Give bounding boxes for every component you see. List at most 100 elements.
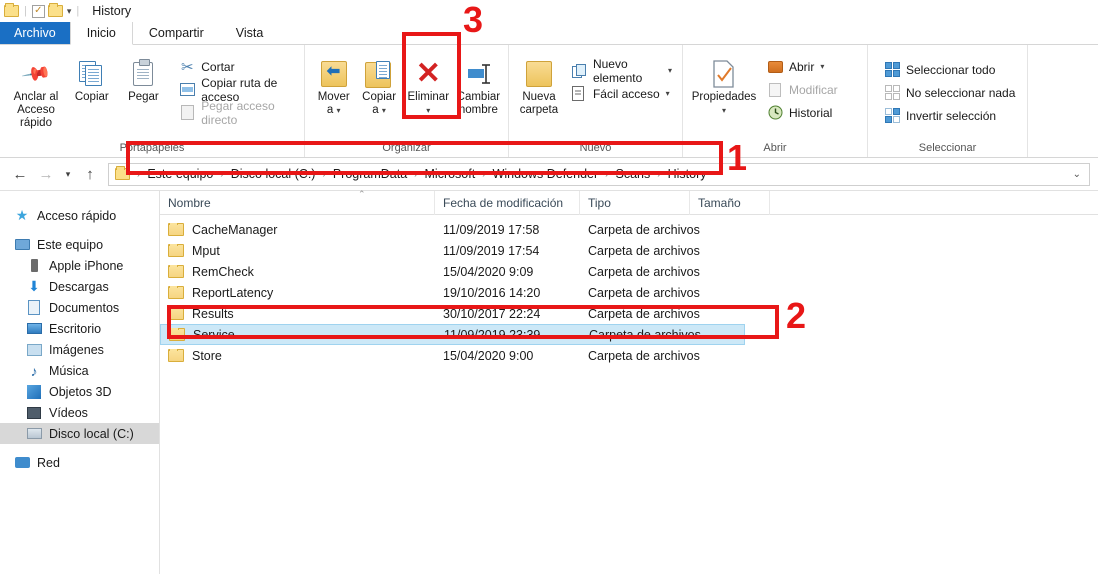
pin-to-quick-access-button[interactable]: 📌 Anclar al Acceso rápido	[6, 51, 66, 130]
table-row[interactable]: Results 30/10/2017 22:24 Carpeta de arch…	[160, 303, 1098, 324]
invert-selection-icon	[884, 108, 900, 124]
delete-button[interactable]: ✕ Eliminar ▾	[402, 51, 455, 117]
crumb-sep: ›	[414, 168, 418, 180]
invert-selection-button[interactable]: Invertir selección	[880, 106, 1019, 125]
crumb-programdata[interactable]: ProgramData	[329, 167, 411, 181]
properties-button[interactable]: Propiedades ▾	[689, 51, 759, 117]
recent-locations-caret-icon[interactable]: ▾	[60, 162, 76, 186]
sidebar-item-videos[interactable]: Vídeos	[0, 402, 159, 423]
back-arrow-icon[interactable]: ←	[8, 162, 32, 186]
pin-label-2: Acceso rápido	[17, 104, 55, 129]
sidebar-item-musica[interactable]: ♪ Música	[0, 360, 159, 381]
sidebar-item-acceso-rapido[interactable]: ★ Acceso rápido	[0, 205, 159, 226]
select-all-button[interactable]: Seleccionar todo	[880, 60, 1019, 79]
network-icon	[14, 455, 30, 471]
history-button[interactable]: Historial	[763, 103, 842, 122]
copy-label: Copiar	[74, 91, 109, 103]
paste-button[interactable]: Pegar	[118, 51, 170, 104]
table-row[interactable]: CacheManager 11/09/2019 17:58 Carpeta de…	[160, 219, 1098, 240]
file-date: 19/10/2016 14:20	[443, 285, 541, 300]
file-type: Carpeta de archivos	[588, 348, 700, 363]
sidebar-item-objetos-3d[interactable]: Objetos 3D	[0, 381, 159, 402]
sidebar-item-escritorio[interactable]: Escritorio	[0, 318, 159, 339]
edit-button: Modificar	[763, 80, 842, 99]
file-name: RemCheck	[192, 264, 254, 279]
crumb-history[interactable]: History	[664, 167, 711, 181]
crumb-windows-defender[interactable]: Windows Defender	[489, 167, 603, 181]
annotation-number-2: 2	[786, 295, 807, 336]
sidebar-item-descargas[interactable]: ⬇ Descargas	[0, 276, 159, 297]
rename-button[interactable]: Cambiar nombre	[455, 51, 502, 117]
easy-access-button[interactable]: Fácil acceso ▾	[567, 84, 676, 103]
new-item-button[interactable]: Nuevo elemento ▾	[567, 57, 676, 85]
sidebar-item-imagenes[interactable]: Imágenes	[0, 339, 159, 360]
tab-compartir[interactable]: Compartir	[132, 22, 220, 44]
folder-icon	[169, 327, 185, 341]
column-header-tamano[interactable]: Tamaño	[690, 190, 770, 215]
sidebar-item-documentos[interactable]: Documentos	[0, 297, 159, 318]
chevron-down-icon[interactable]: ▾	[668, 66, 672, 75]
easy-access-icon	[571, 86, 587, 102]
downloads-icon: ⬇	[28, 278, 40, 294]
up-arrow-icon[interactable]: ↑	[78, 162, 102, 186]
chevron-down-icon[interactable]: ▾	[722, 104, 726, 117]
window-title: History	[92, 4, 132, 18]
new-folder-label-1: Nueva	[522, 91, 556, 103]
tab-archivo[interactable]: Archivo	[0, 22, 70, 44]
table-row[interactable]: RemCheck 15/04/2020 9:09 Carpeta de arch…	[160, 261, 1098, 282]
chevron-down-icon[interactable]: ▾	[426, 104, 430, 117]
tab-vista[interactable]: Vista	[219, 22, 280, 44]
table-row[interactable]: Mput 11/09/2019 17:54 Carpeta de archivo…	[160, 240, 1098, 261]
ribbon-filler	[1028, 45, 1098, 157]
customize-caret-icon[interactable]: ▾	[67, 6, 72, 17]
address-breadcrumb-bar[interactable]: › Este equipo › Disco local (C:) › Progr…	[108, 162, 1090, 186]
open-button[interactable]: Abrir ▾	[763, 57, 842, 76]
chevron-down-icon[interactable]: ▾	[666, 89, 670, 98]
move-to-button[interactable]: ⬅ Mover a ▾	[311, 51, 356, 117]
group-label-nuevo: Nuevo	[579, 142, 612, 154]
table-row[interactable]: ReportLatency 19/10/2016 14:20 Carpeta d…	[160, 282, 1098, 303]
new-folder-button[interactable]: Nueva carpeta	[515, 51, 563, 117]
ribbon-group-seleccionar: Seleccionar todo No seleccionar nada Inv…	[868, 45, 1028, 157]
chevron-down-icon[interactable]: ▾	[336, 106, 340, 115]
move-to-label-1: Mover	[317, 91, 350, 103]
sidebar-label: Vídeos	[49, 405, 88, 420]
crumb-scans[interactable]: Scans	[612, 167, 655, 181]
crumb-microsoft[interactable]: Microsoft	[421, 167, 480, 181]
cut-button[interactable]: ✂ Cortar	[175, 57, 298, 76]
column-header-nombre[interactable]: Nombre	[160, 190, 435, 215]
file-date: 30/10/2017 22:24	[443, 306, 541, 321]
folder-icon	[168, 243, 184, 257]
copy-path-button[interactable]: Copiar ruta de acceso	[175, 76, 298, 104]
crumb-disco-local[interactable]: Disco local (C:)	[227, 167, 320, 181]
chevron-down-icon[interactable]: ▾	[382, 106, 386, 115]
sidebar-item-este-equipo[interactable]: Este equipo	[0, 234, 159, 255]
forward-arrow-icon[interactable]: →	[34, 162, 58, 186]
address-bar: ← → ▾ ↑ › Este equipo › Disco local (C:)…	[0, 158, 1098, 191]
tab-inicio[interactable]: Inicio	[69, 22, 133, 45]
select-none-button[interactable]: No seleccionar nada	[880, 83, 1019, 102]
new-folder-icon[interactable]	[47, 3, 63, 17]
ribbon-group-abrir: Propiedades ▾ Abrir ▾ Modificar Historia…	[683, 45, 868, 157]
folder-icon[interactable]	[4, 3, 19, 17]
copy-to-button[interactable]: Copiar a ▾	[356, 51, 401, 117]
phone-icon	[26, 258, 42, 274]
easy-access-label: Fácil acceso	[592, 86, 660, 101]
chevron-down-icon[interactable]: ▾	[820, 62, 824, 71]
ribbon: 📌 Anclar al Acceso rápido Copiar Pegar ✂…	[0, 45, 1098, 158]
open-folder-icon	[767, 59, 783, 75]
chevron-down-icon[interactable]: ⌄	[1073, 169, 1083, 180]
file-type: Carpeta de archivos	[588, 285, 700, 300]
column-header-tipo[interactable]: Tipo	[580, 190, 690, 215]
objects3d-icon	[26, 384, 42, 400]
properties-check-icon[interactable]: ✓	[31, 4, 45, 18]
sidebar-item-apple-iphone[interactable]: Apple iPhone	[0, 255, 159, 276]
sidebar-item-disco-local[interactable]: Disco local (C:)	[0, 423, 159, 444]
file-explorer-window: | ✓ ▾ | History Archivo Inicio Compartir…	[0, 0, 1098, 583]
table-row[interactable]: Store 15/04/2020 9:00 Carpeta de archivo…	[160, 345, 1098, 366]
crumb-este-equipo[interactable]: Este equipo	[143, 167, 217, 181]
column-header-fecha[interactable]: Fecha de modificación	[435, 190, 580, 215]
copy-button[interactable]: Copiar	[66, 51, 118, 104]
sidebar-item-red[interactable]: Red	[0, 452, 159, 473]
selected-row-service[interactable]: Service 11/09/2019 23:39 Carpeta de arch…	[160, 324, 745, 345]
